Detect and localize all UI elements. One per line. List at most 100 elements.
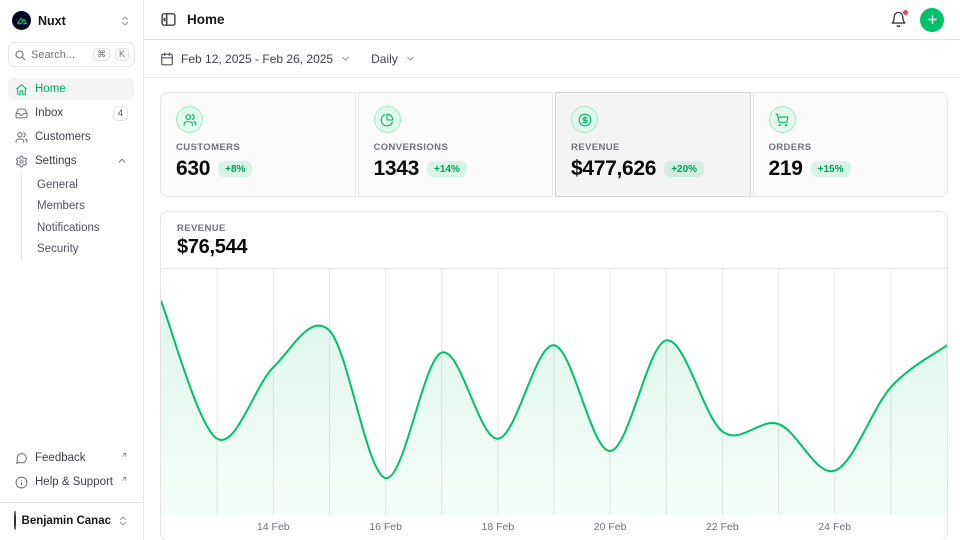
sidebar-item-label: Settings (35, 155, 109, 167)
sidebar-subitem-security[interactable]: Security (22, 239, 135, 261)
brand-name: Nuxt (38, 14, 112, 28)
chevrons-up-down-icon (117, 515, 129, 527)
search-icon (14, 49, 26, 61)
main-area: Home Feb 12, 2025 - Feb 26, 2025 Daily C… (144, 0, 960, 540)
x-axis-tick-label: 16 Feb (369, 521, 402, 533)
chevrons-up-down-icon (119, 15, 131, 27)
stat-delta-badge: +15% (811, 161, 851, 177)
period-select[interactable]: Daily (371, 52, 416, 66)
calendar-icon (160, 52, 174, 66)
revenue-chart-card: REVENUE $76,544 14 Feb 16 Feb 18 Feb 20 Feb… (160, 211, 948, 540)
stat-icon-circle (176, 106, 203, 133)
avatar (14, 511, 16, 530)
chart-header: REVENUE $76,544 (161, 212, 947, 269)
stats-row: CUSTOMERS630+8%CONVERSIONS1343+14%REVENU… (160, 92, 948, 197)
date-range-label: Feb 12, 2025 - Feb 26, 2025 (181, 52, 333, 66)
chart-pie-icon (380, 113, 394, 127)
filter-toolbar: Feb 12, 2025 - Feb 26, 2025 Daily (144, 40, 960, 78)
stat-value: 1343 (374, 157, 420, 181)
stat-value: 630 (176, 157, 210, 181)
sidebar-item-customers[interactable]: Customers (8, 126, 135, 148)
date-range-picker[interactable]: Feb 12, 2025 - Feb 26, 2025 (160, 52, 351, 66)
info-icon (15, 476, 28, 489)
notification-dot (902, 9, 909, 16)
x-axis-tick-label: 18 Feb (482, 521, 515, 533)
house-icon (15, 83, 28, 96)
sidebar-item-feedback[interactable]: Feedback (8, 447, 135, 469)
arrow-up-right-icon (120, 475, 128, 483)
inbox-count-badge: 4 (113, 106, 128, 121)
plus-icon (926, 13, 939, 26)
x-axis-tick-label: 24 Feb (818, 521, 851, 533)
stat-delta-badge: +14% (427, 161, 467, 177)
workspace-switcher[interactable]: Nuxt (8, 0, 135, 35)
sidebar-footer-links: Feedback Help & Support (8, 447, 135, 495)
arrow-up-right-icon (120, 451, 128, 459)
sidebar-nav: Home Inbox 4 Customers Settings GeneralMember… (8, 78, 135, 263)
chart-title: REVENUE (177, 223, 931, 234)
collapse-sidebar-button[interactable] (160, 11, 177, 28)
circle-dollar-sign-icon (578, 113, 592, 127)
sidebar-item-settings[interactable]: Settings (8, 150, 135, 172)
users-icon (183, 113, 197, 127)
user-name: Benjamin Canac (22, 515, 111, 527)
search-placeholder: Search... (31, 49, 88, 61)
stat-icon-circle (769, 106, 796, 133)
shopping-cart-icon (775, 113, 789, 127)
chart-total-value: $76,544 (177, 236, 931, 259)
inbox-icon (15, 107, 28, 120)
stat-card-customers[interactable]: CUSTOMERS 630 +8% (160, 92, 356, 197)
stat-delta-badge: +8% (218, 161, 252, 177)
stat-value: 219 (769, 157, 803, 181)
stat-delta-badge: +20% (664, 161, 704, 177)
sidebar-item-label: Customers (35, 131, 128, 143)
stat-icon-circle (374, 106, 401, 133)
external-link-indicator (120, 475, 128, 483)
panel-left-close-icon (160, 11, 177, 28)
notifications-button[interactable] (890, 11, 907, 28)
sidebar-item-home[interactable]: Home (8, 78, 135, 100)
settings-icon (15, 155, 28, 168)
x-axis-tick-label: 14 Feb (257, 521, 290, 533)
message-circle-icon (15, 452, 28, 465)
stat-value: $477,626 (571, 157, 656, 181)
stat-label: ORDERS (769, 142, 933, 153)
period-label: Daily (371, 52, 398, 66)
stat-card-revenue[interactable]: REVENUE $477,626 +20% (555, 92, 751, 197)
user-menu[interactable]: Benjamin Canac (8, 506, 135, 535)
sidebar-item-label: Home (35, 83, 128, 95)
add-button[interactable] (920, 8, 944, 32)
revenue-area-chart[interactable]: 14 Feb 16 Feb 18 Feb 20 Feb 22 Feb 24 Feb (161, 269, 947, 537)
chevron-up-icon (116, 155, 128, 167)
sidebar-subitem-general[interactable]: General (22, 174, 135, 196)
nuxt-logo-icon (12, 11, 31, 30)
divider (0, 502, 143, 503)
users-icon (15, 131, 28, 144)
chevron-down-icon (405, 53, 416, 64)
search-input[interactable]: Search... ⌘ K (8, 42, 135, 67)
sidebar-item-label: Inbox (35, 107, 106, 119)
x-axis-tick-label: 20 Feb (594, 521, 627, 533)
page-content: CUSTOMERS630+8%CONVERSIONS1343+14%REVENU… (144, 78, 960, 540)
sidebar-subitem-notifications[interactable]: Notifications (22, 217, 135, 239)
stat-card-orders[interactable]: ORDERS 219 +15% (753, 92, 949, 197)
stat-icon-circle (571, 106, 598, 133)
stat-card-conversions[interactable]: CONVERSIONS1343+14% (358, 92, 554, 197)
chevron-down-icon (340, 53, 351, 64)
kbd-k: K (115, 48, 129, 62)
sidebar-subitem-members[interactable]: Members (22, 196, 135, 218)
sidebar-subitems: GeneralMembersNotificationsSecurity (21, 174, 135, 260)
page-title: Home (187, 12, 225, 27)
header-actions (890, 8, 944, 32)
stat-label: CUSTOMERS (176, 142, 340, 153)
sidebar-item-label: Help & Support (35, 476, 115, 488)
external-link-indicator (120, 451, 128, 459)
sidebar-spacer (8, 263, 135, 447)
sidebar: Nuxt Search... ⌘ K Home Inbox 4 Customers Se… (0, 0, 144, 540)
sidebar-item-inbox[interactable]: Inbox 4 (8, 102, 135, 124)
page-header: Home (144, 0, 960, 40)
kbd-cmd: ⌘ (93, 48, 110, 62)
sidebar-item-help-support[interactable]: Help & Support (8, 471, 135, 493)
x-axis-tick-label: 22 Feb (706, 521, 739, 533)
stat-label: REVENUE (571, 142, 735, 153)
